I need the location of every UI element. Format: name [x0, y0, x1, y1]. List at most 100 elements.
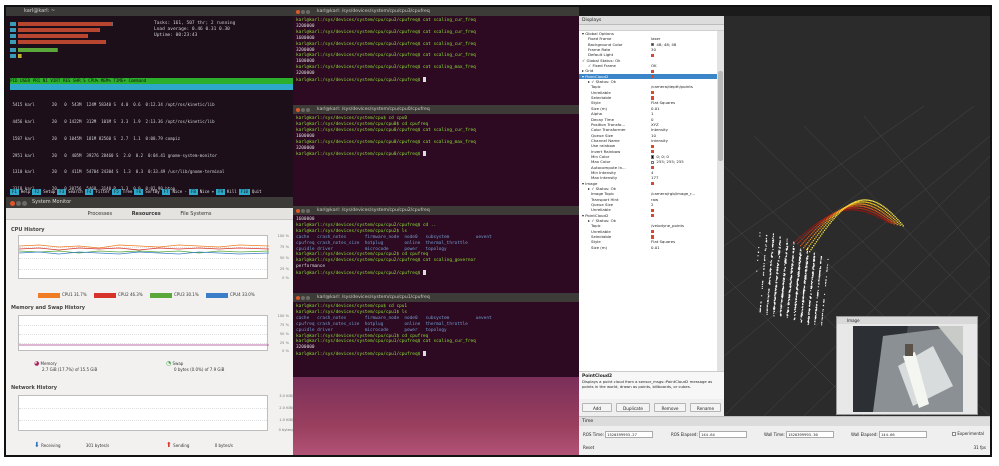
cpu4-color-swatch[interactable] — [206, 292, 228, 298]
terminal-titlebar[interactable]: karl@karl: /sys/devices/system/cpu/cpu3/… — [293, 7, 579, 16]
process-row[interactable]: 5415 karl 20 0 543M 124M 58340 S 4.0 0.6… — [10, 102, 293, 108]
displays-panel-title[interactable]: Displays — [579, 16, 724, 25]
process-row[interactable]: 1310 karl 20 0 411M 54704 24304 S 1.3 0.… — [10, 169, 293, 175]
wall-time-field[interactable]: Wall Time: — [764, 431, 835, 438]
system-monitor-titlebar[interactable]: System Monitor — [6, 197, 293, 208]
reset-button[interactable]: Reset — [583, 445, 594, 450]
fkey-10-label[interactable]: Quit — [250, 189, 264, 195]
terminal-cpu1[interactable]: karl@karl: /sys/devices/system/cpu/cpu1/… — [293, 293, 579, 377]
tab-file-systems[interactable]: File Systems — [180, 208, 211, 220]
scrollbar-thumb[interactable] — [718, 71, 723, 161]
property-value[interactable]: 0.01 — [651, 245, 660, 250]
close-icon[interactable] — [296, 209, 300, 213]
terminal-titlebar[interactable]: karl@karl: /sys/devices/system/cpu/cpu2/… — [293, 206, 579, 215]
experimental-checkbox[interactable]: Experimental — [952, 431, 984, 436]
checkbox-icon[interactable] — [952, 432, 957, 436]
fkey-2-label[interactable]: Setup — [41, 189, 57, 195]
terminal-output[interactable]: 1600000 karl@karl:/sys/devices/system/cpu… — [293, 215, 579, 279]
maximize-icon[interactable] — [306, 10, 310, 14]
swap-legend[interactable]: ◔ Swap 0 bytes (0.0%) of 7.9 GiB — [166, 360, 224, 372]
process-row[interactable]: 2951 karl 20 0 405M 39276 28460 S 2.0 0.… — [10, 153, 293, 159]
terminal-cpu2[interactable]: karl@karl: /sys/devices/system/cpu/cpu2/… — [293, 206, 579, 293]
checkbox-icon[interactable] — [651, 165, 655, 170]
terminal-cpu0[interactable]: karl@karl: /sys/devices/system/cpu/cpu0/… — [293, 105, 579, 206]
add-button[interactable]: Add — [582, 403, 612, 412]
memory-pie-icon[interactable]: ◕ — [34, 360, 39, 367]
checkbox-icon[interactable] — [651, 91, 655, 95]
htop-titlebar[interactable]: karl@karl: ~ — [6, 7, 293, 16]
maximize-icon[interactable] — [306, 108, 310, 112]
fkey-10-key[interactable]: F10 — [238, 189, 250, 195]
checkbox-icon[interactable] — [651, 75, 655, 79]
process-row[interactable]: 4456 karl 20 0 1422M 312M 101M S 3.3 1.9… — [10, 119, 293, 125]
color-swatch[interactable] — [651, 155, 655, 159]
cpu3-legend[interactable]: CPU3 30.1% — [150, 292, 199, 298]
htop-function-keys[interactable]: F1 Help F2 Setup F3 Search F4 Filter F5 Tree F6 Sor… — [10, 189, 293, 195]
close-icon[interactable] — [296, 10, 300, 14]
close-icon[interactable] — [296, 296, 300, 300]
cpu1-legend[interactable]: CPU1 31.7% — [38, 292, 87, 298]
cpu3-color-swatch[interactable] — [150, 292, 172, 298]
htop-terminal[interactable]: karl@karl: ~ Tasks: 161, 507 thr; 2 runn… — [6, 7, 293, 309]
minimize-icon[interactable] — [301, 10, 305, 14]
checkbox-icon[interactable] — [651, 213, 655, 218]
minimize-icon[interactable] — [301, 108, 305, 112]
minimize-icon[interactable] — [16, 201, 21, 206]
fkey-1-key[interactable]: F1 — [10, 189, 19, 195]
cpu2-color-swatch[interactable] — [94, 292, 116, 298]
maximize-icon[interactable] — [22, 201, 27, 206]
close-icon[interactable] — [296, 108, 300, 112]
fkey-7-key[interactable]: F7 — [161, 189, 171, 195]
fkey-4-key[interactable]: F4 — [84, 189, 94, 195]
rename-button[interactable]: Rename — [690, 403, 721, 412]
ros-time-input[interactable] — [605, 431, 654, 438]
tab-resources[interactable]: Resources — [132, 208, 161, 220]
checkbox-icon[interactable] — [651, 149, 655, 154]
system-monitor-window[interactable]: System Monitor Processes Resources File … — [6, 197, 295, 455]
fkey-7-label[interactable]: Nice - — [170, 189, 188, 195]
receiving-legend[interactable]: ⬇ Receiving 301 bytes/s — [34, 441, 109, 449]
fkey-9-label[interactable]: Kill — [225, 189, 239, 195]
ros-elapsed-field[interactable]: ROS Elapsed: — [671, 431, 748, 438]
terminal-titlebar[interactable]: karl@karl: /sys/devices/system/cpu/cpu0/… — [293, 105, 579, 114]
display-buttons[interactable]: Add Duplicate Remove Rename — [579, 401, 724, 414]
minimize-icon[interactable] — [301, 209, 305, 213]
checkbox-icon[interactable] — [651, 181, 655, 186]
htop-selected-row[interactable] — [10, 84, 293, 90]
fkey-6-key[interactable]: F6 — [134, 189, 144, 195]
fkey-1-label[interactable]: Help — [19, 189, 33, 195]
tab-processes[interactable]: Processes — [87, 208, 112, 220]
cpu2-legend[interactable]: CPU2 46.3% — [94, 292, 143, 298]
display-tree-row[interactable]: Size (m) 0.01 — [579, 245, 717, 250]
process-row[interactable]: 1587 karl 20 0 1045M 181M 82560 S 2.7 1.… — [10, 136, 293, 142]
image-window-title[interactable]: Image — [837, 317, 977, 324]
rviz-time-panel[interactable]: Time ROS Time: ROS Elapsed: Wall Time: W… — [579, 416, 990, 455]
swap-pie-icon[interactable]: ◔ — [166, 360, 171, 367]
upload-arrow-icon[interactable]: ⬆ — [166, 441, 172, 449]
checkbox-icon[interactable] — [651, 96, 655, 100]
cpu4-legend[interactable]: CPU4 33.0% — [206, 292, 255, 298]
download-arrow-icon[interactable]: ⬇ — [34, 441, 40, 449]
system-monitor-tabs[interactable]: Processes Resources File Systems — [6, 208, 293, 220]
displays-tree[interactable]: ▾ Global Options Fixed Frame laser Backgrou… — [579, 31, 717, 371]
time-panel-title[interactable]: Time — [579, 417, 990, 426]
fkey-6-label[interactable]: SortBy — [143, 189, 161, 195]
fkey-3-label[interactable]: Search — [66, 189, 84, 195]
checkbox-icon[interactable] — [651, 230, 655, 234]
window-controls[interactable] — [10, 200, 28, 211]
rviz-displays-panel[interactable]: Displays ▾ Global Options Fixed Frame lase… — [579, 16, 724, 416]
terminal-output[interactable]: karl@karl:/sys/devices/system/cpu$ cd cp… — [293, 114, 579, 160]
minimize-icon[interactable] — [301, 296, 305, 300]
color-swatch[interactable] — [651, 160, 655, 164]
terminal-cpu3[interactable]: karl@karl: /sys/devices/system/cpu/cpu3/… — [293, 7, 579, 105]
maximize-icon[interactable] — [306, 209, 310, 213]
wall-time-input[interactable] — [786, 431, 835, 438]
ros-elapsed-input[interactable] — [699, 431, 748, 438]
checkbox-icon[interactable] — [651, 235, 655, 239]
memory-legend[interactable]: ◕ Memory 2.7 GiB (17.7%) of 15.5 GiB — [34, 360, 97, 372]
terminal-output[interactable]: karl@karl:/sys/devices/system/cpu$ cd cp… — [293, 302, 579, 360]
image-display-window[interactable]: Image — [836, 316, 978, 415]
close-icon[interactable] — [10, 201, 15, 206]
displays-scrollbar[interactable] — [717, 31, 724, 371]
ros-time-field[interactable]: ROS Time: — [583, 431, 654, 438]
